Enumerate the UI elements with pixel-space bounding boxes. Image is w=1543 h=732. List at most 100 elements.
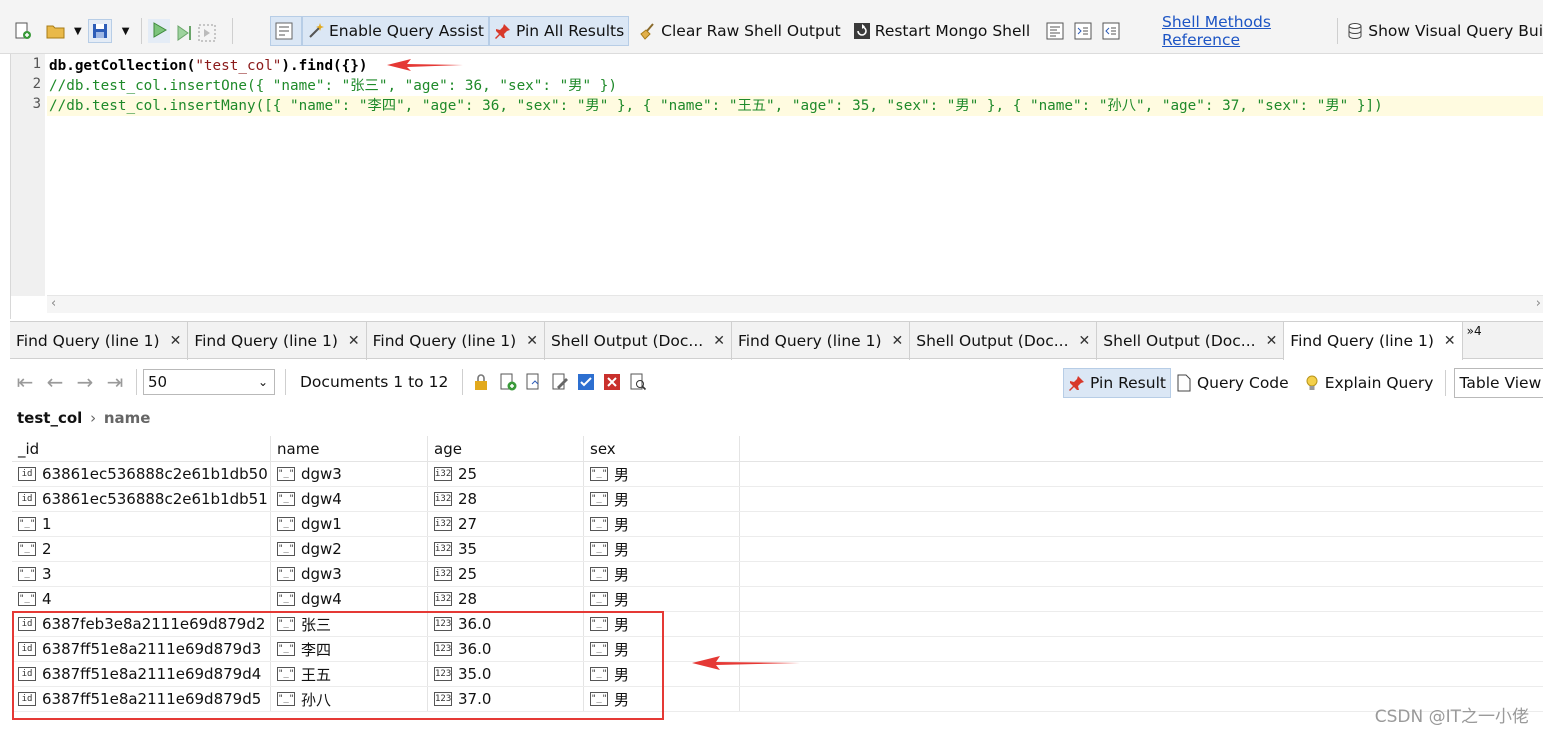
table-row[interactable]: "_" 3 "_" dgw3 i32 25 "_" 男 xyxy=(12,562,1543,587)
code-area[interactable]: db.getCollection("test_col").find({}) //… xyxy=(47,56,1543,116)
close-icon[interactable]: ✕ xyxy=(1444,333,1456,349)
breadcrumb-field[interactable]: name xyxy=(104,409,151,427)
cell-sex[interactable]: "_" 男 xyxy=(584,562,740,586)
page-size-value: 50 xyxy=(148,373,168,391)
delete-document-icon[interactable] xyxy=(602,372,622,392)
query-code-button[interactable]: Query Code xyxy=(1171,368,1293,398)
code-line-1[interactable]: db.getCollection("test_col").find({}) xyxy=(47,56,1543,76)
clear-raw-shell-output-button[interactable]: Clear Raw Shell Output xyxy=(635,16,845,46)
query-assist-toggle[interactable] xyxy=(270,16,302,46)
cell-age[interactable]: i32 28 xyxy=(428,587,584,611)
code-string: "test_col" xyxy=(195,58,282,74)
add-document-icon[interactable] xyxy=(498,372,518,392)
last-page-icon[interactable]: ⇥ xyxy=(100,370,130,394)
open-folder-icon[interactable] xyxy=(46,22,65,40)
table-row[interactable]: "_" 4 "_" dgw4 i32 28 "_" 男 xyxy=(12,587,1543,612)
cell-id[interactable]: "_" 1 xyxy=(12,512,271,536)
table-row[interactable]: "_" 1 "_" dgw1 i32 27 "_" 男 xyxy=(12,512,1543,537)
toolbar-actions: Enable Query Assist Pin All Results Clea… xyxy=(270,14,1124,48)
cell-name[interactable]: "_" dgw1 xyxy=(271,512,428,536)
cell-sex[interactable]: "_" 男 xyxy=(584,587,740,611)
new-script-icon[interactable] xyxy=(14,22,32,40)
tab-find-query-2[interactable]: Find Query (line 1) ✕ xyxy=(188,322,367,360)
cell-sex[interactable]: "_" 男 xyxy=(584,512,740,536)
code-line-2[interactable]: //db.test_col.insertOne({ "name": "张三", … xyxy=(47,76,1543,96)
close-icon[interactable]: ✕ xyxy=(170,333,182,349)
cell-age[interactable]: i32 28 xyxy=(428,487,584,511)
cell-age[interactable]: i32 25 xyxy=(428,462,584,486)
tab-shell-output-1[interactable]: Shell Output (Doc... ✕ xyxy=(545,322,732,360)
code-line-3[interactable]: //db.test_col.insertMany([{ "name": "李四"… xyxy=(47,96,1543,116)
enable-query-assist-button[interactable]: Enable Query Assist xyxy=(302,16,489,46)
close-icon[interactable]: ✕ xyxy=(526,333,538,349)
table-row[interactable]: id 63861ec536888c2e61b1db51 "_" dgw4 i32 28 "_… xyxy=(12,487,1543,512)
edit-document-icon[interactable] xyxy=(550,372,570,392)
cell-sex[interactable]: "_" 男 xyxy=(584,462,740,486)
cell-sex[interactable]: "_" 男 xyxy=(584,487,740,511)
cell-age[interactable]: i32 25 xyxy=(428,562,584,586)
commit-icon[interactable] xyxy=(576,372,596,392)
outdent-icon[interactable] xyxy=(1102,22,1120,40)
run-icon[interactable] xyxy=(148,19,171,43)
pin-result-button[interactable]: Pin Result xyxy=(1063,368,1171,398)
close-icon[interactable]: ✕ xyxy=(892,333,904,349)
save-icon[interactable] xyxy=(87,19,112,43)
clone-document-icon[interactable] xyxy=(524,372,544,392)
lock-icon[interactable] xyxy=(472,372,492,392)
script-editor[interactable]: 1 2 3 db.getCollection("test_col").find(… xyxy=(10,54,1543,319)
column-header-age[interactable]: age xyxy=(428,436,584,461)
explain-query-button[interactable]: Explain Query xyxy=(1299,368,1438,398)
scroll-right-icon[interactable]: › xyxy=(1536,296,1541,311)
close-icon[interactable]: ✕ xyxy=(348,333,360,349)
run-selection-icon[interactable] xyxy=(196,22,216,42)
editor-horizontal-scrollbar[interactable]: ‹ › xyxy=(47,295,1543,313)
cell-age[interactable]: i32 35 xyxy=(428,537,584,561)
first-page-icon[interactable]: ⇤ xyxy=(10,370,40,394)
cell-name[interactable]: "_" dgw3 xyxy=(271,462,428,486)
tab-shell-output-2[interactable]: Shell Output (Doc... ✕ xyxy=(910,322,1098,360)
view-mode-select[interactable]: Table View ⌄ xyxy=(1454,368,1543,398)
column-header-id[interactable]: _id xyxy=(12,436,271,461)
cell-name[interactable]: "_" dgw2 xyxy=(271,537,428,561)
tab-shell-output-3[interactable]: Shell Output (Doc... ✕ xyxy=(1097,322,1285,360)
close-icon[interactable]: ✕ xyxy=(1266,333,1278,349)
cell-name[interactable]: "_" dgw4 xyxy=(271,587,428,611)
tabs-overflow-button[interactable]: »4 xyxy=(1463,322,1486,358)
cell-name[interactable]: "_" dgw4 xyxy=(271,487,428,511)
table-row[interactable]: id 63861ec536888c2e61b1db50 "_" dgw3 i32 25 "_… xyxy=(12,462,1543,487)
scroll-left-icon[interactable]: ‹ xyxy=(51,296,56,311)
string-type-icon: "_" xyxy=(18,567,36,581)
cell-id[interactable]: id 63861ec536888c2e61b1db50 xyxy=(12,462,271,486)
pin-all-results-button[interactable]: Pin All Results xyxy=(488,16,630,46)
cell-name[interactable]: "_" dgw3 xyxy=(271,562,428,586)
save-dropdown-icon[interactable]: ▼ xyxy=(122,26,130,37)
shell-methods-reference-link[interactable]: Shell Methods Reference xyxy=(1162,13,1329,49)
column-header-name[interactable]: name xyxy=(271,436,428,461)
format-code-icon[interactable] xyxy=(1046,22,1064,40)
tab-find-query-3[interactable]: Find Query (line 1) ✕ xyxy=(367,322,545,360)
previous-page-icon[interactable]: ← xyxy=(40,370,70,394)
find-in-results-icon[interactable] xyxy=(628,372,648,392)
cell-id[interactable]: id 63861ec536888c2e61b1db51 xyxy=(12,487,271,511)
page-size-select[interactable]: 50 ⌄ xyxy=(143,369,275,395)
next-page-icon[interactable]: → xyxy=(70,370,100,394)
tab-find-query-1[interactable]: Find Query (line 1) ✕ xyxy=(10,322,189,360)
tab-find-query-active[interactable]: Find Query (line 1) ✕ xyxy=(1284,322,1463,360)
cell-id[interactable]: "_" 3 xyxy=(12,562,271,586)
restart-mongo-shell-button[interactable]: Restart Mongo Shell xyxy=(849,16,1034,46)
open-dropdown-icon[interactable]: ▼ xyxy=(74,26,82,37)
objectid-type-icon: id xyxy=(18,467,36,481)
column-header-sex[interactable]: sex xyxy=(584,436,740,461)
indent-icon[interactable] xyxy=(1074,22,1092,40)
run-line-icon[interactable] xyxy=(174,22,192,41)
cell-sex[interactable]: "_" 男 xyxy=(584,537,740,561)
table-row[interactable]: "_" 2 "_" dgw2 i32 35 "_" 男 xyxy=(12,537,1543,562)
breadcrumb-collection[interactable]: test_col xyxy=(17,409,82,427)
cell-age[interactable]: i32 27 xyxy=(428,512,584,536)
tab-find-query-4[interactable]: Find Query (line 1) ✕ xyxy=(732,322,911,360)
close-icon[interactable]: ✕ xyxy=(713,333,725,349)
show-visual-query-builder-button[interactable]: Show Visual Query Bui xyxy=(1346,16,1543,46)
cell-id[interactable]: "_" 2 xyxy=(12,537,271,561)
close-icon[interactable]: ✕ xyxy=(1079,333,1091,349)
cell-id[interactable]: "_" 4 xyxy=(12,587,271,611)
